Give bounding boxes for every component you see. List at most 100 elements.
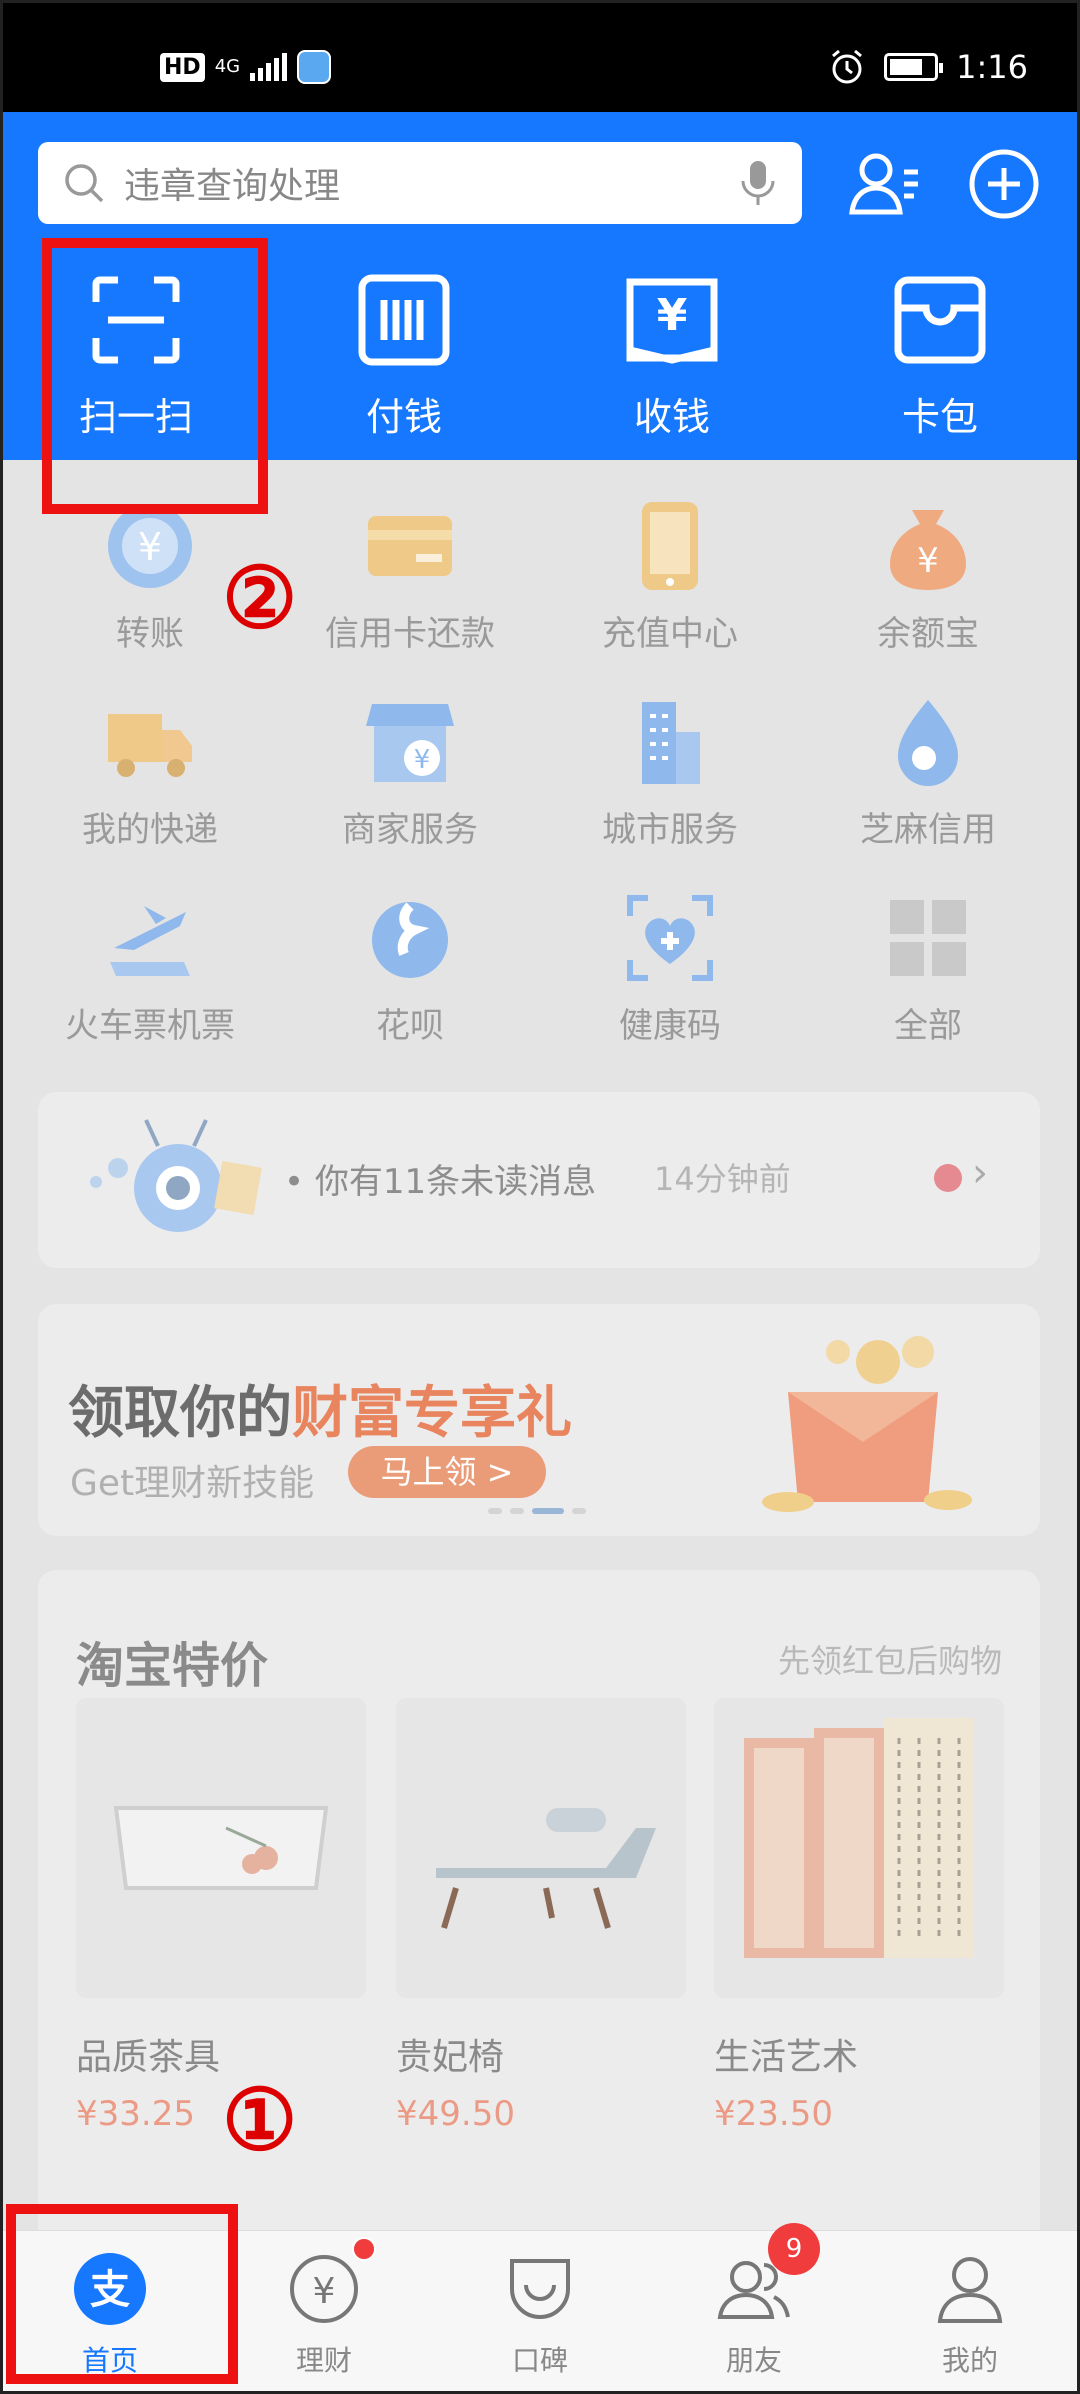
status-bar: HD 4G 1:16 — [0, 0, 1080, 112]
banner-title: 领取你的财富专享礼 — [68, 1368, 572, 1449]
service-express[interactable]: 我的快递 — [50, 696, 250, 851]
quick-cards-button[interactable]: 卡包 — [850, 272, 1030, 441]
service-label: 花呗 — [376, 1006, 444, 1046]
gift-wallet-icon — [762, 1336, 972, 1512]
service-label: 健康码 — [619, 1006, 721, 1046]
contacts-icon[interactable] — [846, 146, 922, 222]
tab-koubei[interactable]: 口碑 — [440, 2251, 640, 2379]
clock-time: 1:16 — [956, 48, 1028, 86]
service-sesame[interactable]: 芝麻信用 — [828, 696, 1028, 851]
merchant-store-icon: ¥ — [366, 704, 454, 782]
service-label: 转账 — [116, 614, 184, 654]
chevron-right-icon: › — [972, 1150, 988, 1196]
product-card[interactable]: 贵妃椅 ¥49.50 — [396, 1698, 696, 2134]
tab-home[interactable]: 支 首页 — [10, 2251, 210, 2379]
svg-text:¥: ¥ — [414, 745, 431, 775]
section-hint[interactable]: 先领红包后购物 — [778, 1636, 1002, 1682]
koubei-icon — [510, 2259, 570, 2319]
huabei-icon — [372, 902, 448, 978]
service-label: 城市服务 — [602, 810, 738, 850]
annotation-marker-2: ② — [222, 548, 298, 647]
product-price: ¥49.50 — [396, 2094, 515, 2134]
svg-text:¥: ¥ — [917, 541, 939, 581]
service-label: 余额宝 — [877, 614, 979, 654]
quick-receive-button[interactable]: ¥ 收钱 — [582, 272, 762, 441]
tab-label: 首页 — [81, 2344, 138, 2377]
quick-action-label: 卡包 — [901, 395, 978, 439]
alipay-home-icon: 支 — [74, 2253, 146, 2325]
banner-subtitle: Get理财新技能 — [70, 1463, 315, 1504]
service-health-code[interactable]: 健康码 — [570, 892, 770, 1047]
carousel-indicator — [488, 1508, 586, 1514]
health-code-icon — [627, 895, 713, 981]
unread-badge-dot — [352, 2237, 376, 2261]
banner-claim-button[interactable]: 马上领 > — [348, 1446, 546, 1498]
service-all[interactable]: 全部 — [828, 892, 1028, 1047]
product-image-chaise — [396, 1698, 686, 1998]
svg-text:¥: ¥ — [657, 290, 688, 341]
service-label: 全部 — [894, 1006, 962, 1046]
barcode-icon — [358, 274, 450, 366]
wallet-icon — [894, 276, 986, 364]
annotation-marker-1: ① — [222, 2070, 298, 2169]
service-label: 充值中心 — [602, 614, 738, 654]
network-type: 4G — [214, 56, 241, 77]
service-city[interactable]: 城市服务 — [570, 696, 770, 851]
product-name: 生活艺术 — [714, 2037, 859, 2078]
alarm-icon — [832, 49, 863, 84]
service-yuebao[interactable]: ¥ 余额宝 — [828, 500, 1028, 655]
service-label: 火车票机票 — [65, 1006, 235, 1046]
unread-count-badge: 9 — [768, 2223, 820, 2275]
quick-action-label: 付钱 — [365, 395, 442, 439]
ant-mascot-icon — [90, 1119, 262, 1232]
add-icon[interactable] — [966, 146, 1042, 222]
tab-finance[interactable]: ¥ 理财 — [224, 2237, 424, 2379]
unread-dot — [934, 1164, 962, 1192]
svg-text:¥: ¥ — [313, 2271, 336, 2312]
product-image-tea-tray — [76, 1698, 366, 1998]
scan-icon — [92, 276, 180, 364]
tab-me[interactable]: 我的 — [870, 2251, 1070, 2379]
service-transfer[interactable]: ¥ 转账 — [50, 500, 250, 655]
quick-pay-button[interactable]: 付钱 — [314, 272, 494, 441]
yuan-receive-icon: ¥ — [626, 278, 718, 364]
service-label: 信用卡还款 — [325, 614, 495, 654]
plane-ticket-icon — [110, 906, 190, 976]
product-name: 贵妃椅 — [396, 2037, 505, 2078]
tab-label: 理财 — [295, 2344, 352, 2377]
tab-label: 我的 — [941, 2344, 998, 2377]
search-bar[interactable]: 违章查询处理 — [38, 142, 802, 224]
app-header: 违章查询处理 扫一扫 付钱 ¥ 收钱 卡包 — [0, 112, 1080, 460]
yuan-coin-icon: ¥ — [290, 2255, 358, 2323]
service-label: 商家服务 — [342, 810, 478, 850]
quick-scan-button[interactable]: 扫一扫 — [46, 272, 226, 441]
phone-recharge-icon — [642, 502, 698, 590]
tab-friends[interactable]: 9 朋友 — [654, 2223, 854, 2379]
service-recharge[interactable]: 充值中心 — [570, 500, 770, 655]
product-image-calligraphy — [714, 1698, 1004, 1998]
grid-all-icon — [890, 900, 966, 976]
service-merchant[interactable]: ¥ 商家服务 — [310, 696, 510, 851]
microphone-icon[interactable] — [738, 157, 778, 209]
service-huabei[interactable]: 花呗 — [310, 892, 510, 1047]
message-notice[interactable]: • 你有11条未读消息 14分钟前 › — [38, 1092, 1040, 1268]
service-credit-card[interactable]: 信用卡还款 — [310, 500, 510, 655]
banner-title-plain: 领取你的 — [68, 1381, 292, 1446]
product-price: ¥23.50 — [714, 2094, 833, 2134]
tab-label: 口碑 — [511, 2344, 568, 2377]
city-building-icon — [642, 702, 700, 784]
hd-indicator: HD — [160, 52, 205, 82]
search-icon — [65, 164, 104, 203]
service-label: 我的快递 — [82, 810, 218, 850]
tab-label: 朋友 — [725, 2344, 782, 2377]
service-tickets[interactable]: 火车票机票 — [50, 892, 250, 1047]
notice-text: • 你有11条未读消息 — [284, 1162, 597, 1202]
taobao-deals-section: 淘宝特价 先领红包后购物 品质茶具 ¥33.25 贵妃椅 ¥49.50 生活艺术… — [38, 1570, 1040, 2270]
product-card[interactable]: 品质茶具 ¥33.25 — [76, 1698, 376, 2134]
bottom-tab-bar: 支 首页 ¥ 理财 口碑 9 朋友 我的 — [0, 2223, 1080, 2394]
delivery-truck-icon — [108, 714, 192, 777]
wealth-banner[interactable]: 领取你的财富专享礼 Get理财新技能 马上领 > — [38, 1304, 1040, 1536]
product-card[interactable]: 生活艺术 ¥23.50 — [714, 1698, 1014, 2134]
search-placeholder: 违章查询处理 — [124, 166, 341, 207]
svg-text:支: 支 — [90, 2267, 130, 2313]
